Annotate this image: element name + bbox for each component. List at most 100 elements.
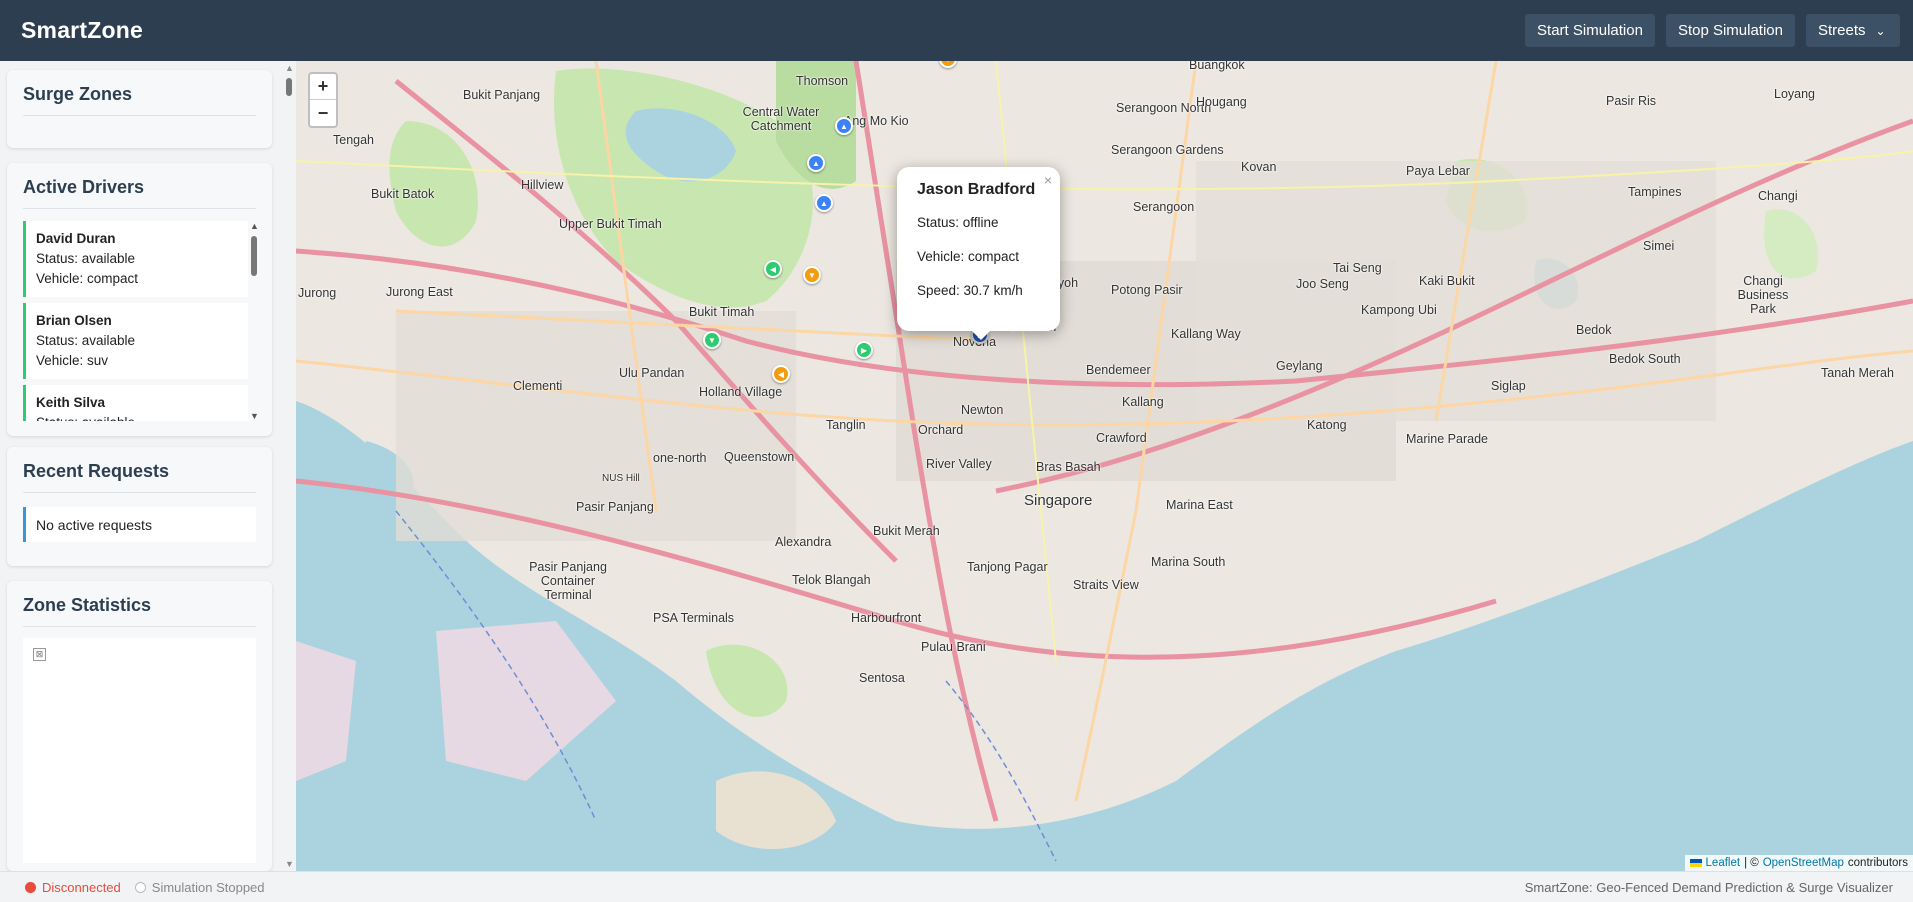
- scrollbar-thumb[interactable]: [286, 78, 292, 96]
- map-label: Buangkok: [1189, 61, 1245, 72]
- map-label: PSA Terminals: [653, 611, 735, 625]
- footer-tagline: SmartZone: Geo-Fenced Demand Prediction …: [1524, 879, 1893, 895]
- map-label: Hillview: [521, 178, 564, 192]
- map-label: Bras Basah: [1036, 460, 1101, 474]
- map-label: one-north: [653, 451, 707, 465]
- map-label: Marina East: [1166, 498, 1233, 512]
- driver-item[interactable]: Brian Olsen Status: available Vehicle: s…: [23, 303, 248, 379]
- map-label: Pasir Panjang Container Terminal: [529, 560, 607, 602]
- map-attribution: Leaflet | © OpenStreetMap contributors: [1684, 855, 1913, 871]
- map-label: Sentosa: [859, 671, 905, 685]
- popup-status: Status: offline: [917, 215, 999, 230]
- drivers-list[interactable]: David Duran Status: available Vehicle: c…: [23, 221, 248, 421]
- drivers-list-scrollbar[interactable]: ▲ ▼: [248, 221, 260, 421]
- attribution-tail: contributors: [1847, 857, 1908, 869]
- map-label: Tai Seng: [1333, 261, 1382, 275]
- driver-status: Status: available: [36, 413, 238, 421]
- leaflet-link[interactable]: Leaflet: [1706, 857, 1741, 869]
- map-label: Simei: [1643, 239, 1675, 253]
- status-dot-icon: [25, 881, 36, 893]
- chevron-down-icon: ⌄: [1875, 23, 1886, 38]
- map-label: Joo Seng: [1296, 277, 1349, 291]
- map-label: Tanah Merah: [1821, 366, 1894, 380]
- map-label: Marina South: [1151, 555, 1226, 569]
- map-label: River Valley: [926, 457, 992, 471]
- map-label: Telok Blangah: [792, 573, 871, 587]
- map-label: Jurong: [298, 286, 337, 300]
- zone-statistics-panel: Zone Statistics ⊠: [7, 581, 272, 871]
- driver-marker[interactable]: ▼: [803, 266, 821, 284]
- map-label: Kovan: [1241, 160, 1277, 174]
- map-label: Harbourfront: [851, 611, 922, 625]
- map-label: Marine Parade: [1406, 432, 1488, 446]
- driver-marker[interactable]: ▲: [815, 194, 833, 212]
- active-drivers-panel: Active Drivers David Duran Status: avail…: [7, 163, 272, 436]
- map-layer-value: Streets: [1818, 22, 1866, 39]
- map-label: Serangoon: [1133, 200, 1195, 214]
- driver-marker[interactable]: ▲: [835, 117, 853, 135]
- map-label: Newton: [961, 403, 1004, 417]
- status-bar: Disconnected Simulation Stopped SmartZon…: [0, 871, 1913, 902]
- header-actions: Start Simulation Stop Simulation Streets…: [1525, 14, 1900, 47]
- driver-status: Status: available: [36, 251, 136, 266]
- map-label: Changi: [1758, 189, 1798, 203]
- map-label: Kampong Ubi: [1361, 303, 1437, 317]
- map-label: Pulau Brani: [921, 640, 986, 654]
- map-label: Alexandra: [775, 535, 832, 549]
- map-label: Bedok: [1576, 323, 1612, 337]
- map-label: Jurong East: [386, 285, 453, 299]
- scroll-up-icon[interactable]: ▲: [250, 221, 259, 231]
- ukraine-flag-icon: [1689, 859, 1702, 867]
- driver-item[interactable]: David Duran Status: available Vehicle: c…: [23, 221, 248, 297]
- zoom-in-button[interactable]: +: [310, 74, 336, 100]
- close-icon[interactable]: ×: [1044, 172, 1052, 188]
- driver-marker[interactable]: ▼: [703, 331, 721, 349]
- driver-marker[interactable]: ▲: [807, 154, 825, 172]
- scroll-down-icon[interactable]: ▼: [250, 411, 259, 421]
- scroll-down-icon[interactable]: ▼: [285, 859, 294, 869]
- map-label: Queenstown: [724, 450, 795, 464]
- driver-name: Keith Silva: [36, 395, 106, 410]
- zoom-control: + −: [308, 72, 338, 128]
- driver-marker[interactable]: ▶: [855, 341, 873, 359]
- map-label: Changi Business Park: [1737, 274, 1789, 316]
- surge-zones-panel: Surge Zones: [7, 70, 272, 148]
- map-label: Kallang Way: [1171, 327, 1241, 341]
- sidebar-scrollbar[interactable]: ▲ ▼: [282, 61, 296, 871]
- popup-driver-name: Jason Bradford: [917, 181, 1036, 198]
- connection-status-text: Disconnected: [42, 879, 121, 895]
- driver-item[interactable]: Keith Silva Status: available: [23, 385, 248, 421]
- scrollbar-thumb[interactable]: [251, 236, 257, 276]
- popup-tip: [971, 330, 991, 340]
- map-label: Loyang: [1774, 87, 1816, 101]
- attribution-separator: | ©: [1744, 857, 1759, 869]
- openstreetmap-link[interactable]: OpenStreetMap: [1763, 857, 1844, 869]
- map-label: Straits View: [1073, 578, 1139, 592]
- map-label: Tanglin: [826, 418, 866, 432]
- broken-image-icon: ⊠: [33, 648, 46, 661]
- map-label: Katong: [1307, 418, 1347, 432]
- map-label: Singapore: [1024, 492, 1093, 509]
- scroll-up-icon[interactable]: ▲: [285, 63, 294, 73]
- map-label: Tanjong Pagar: [967, 560, 1048, 574]
- map-layer-select[interactable]: Streets ⌄: [1806, 14, 1900, 47]
- stop-simulation-button[interactable]: Stop Simulation: [1665, 14, 1795, 47]
- start-simulation-button[interactable]: Start Simulation: [1525, 14, 1655, 47]
- recent-requests-panel: Recent Requests No active requests: [7, 447, 272, 566]
- surge-zones-title: Surge Zones: [23, 84, 256, 116]
- driver-marker[interactable]: ◀: [772, 365, 790, 383]
- popup-vehicle: Vehicle: compact: [917, 249, 1020, 264]
- recent-requests-title: Recent Requests: [23, 461, 256, 493]
- driver-marker[interactable]: ◀: [764, 260, 782, 278]
- map-label: Crawford: [1096, 431, 1147, 445]
- map-label: Geylang: [1276, 359, 1323, 373]
- map-label: Ulu Pandan: [619, 366, 685, 380]
- zoom-out-button[interactable]: −: [310, 100, 336, 126]
- app-title: SmartZone: [21, 17, 143, 43]
- simulation-status: Simulation Stopped: [134, 880, 265, 895]
- active-drivers-title: Active Drivers: [23, 177, 256, 209]
- driver-status: Status: available: [36, 333, 136, 348]
- zone-statistics-title: Zone Statistics: [23, 595, 256, 627]
- map-view[interactable]: Bukit Panjang Thomson Buangkok Ang Mo Ki…: [296, 61, 1913, 871]
- app-header: SmartZone Start Simulation Stop Simulati…: [0, 0, 1913, 61]
